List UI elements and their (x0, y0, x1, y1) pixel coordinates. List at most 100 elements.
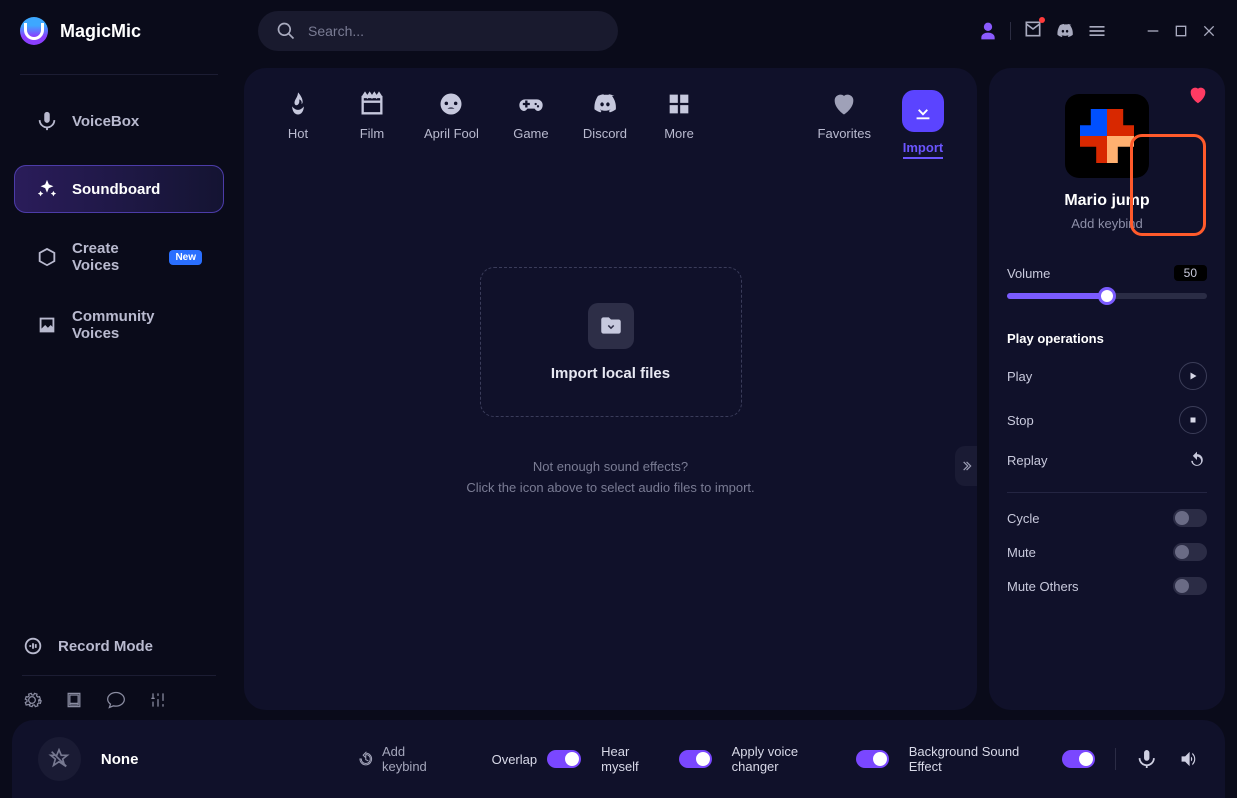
hear-myself-toggle[interactable] (679, 750, 712, 768)
category-favorites[interactable]: Favorites (818, 90, 871, 141)
book-icon[interactable] (64, 690, 84, 710)
separator (1010, 22, 1011, 40)
history-icon (358, 751, 374, 767)
category-label: More (664, 126, 694, 141)
category-label: April Fool (424, 126, 479, 141)
separator (20, 74, 218, 75)
film-icon (358, 90, 386, 118)
sidebar-item-voicebox[interactable]: VoiceBox (14, 97, 224, 145)
category-label: Import (903, 140, 943, 159)
footer-add-keybind[interactable]: Add keybind (358, 744, 451, 774)
sidebar-item-label: Create Voices (72, 240, 155, 274)
settings-gear-icon[interactable] (22, 690, 42, 710)
menu-icon[interactable] (1087, 21, 1107, 41)
bg-sound-label: Background Sound Effect (909, 744, 1052, 774)
fire-icon (284, 90, 312, 118)
mute-label: Mute (1007, 545, 1036, 560)
category-label: Game (513, 126, 548, 141)
separator (22, 675, 216, 676)
star-slash-icon (48, 748, 70, 770)
category-discord[interactable]: Discord (583, 90, 627, 141)
sound-thumbnail (1065, 94, 1149, 178)
replay-button[interactable] (1187, 450, 1207, 470)
sound-detail-panel: Mario jump Add keybind Volume 50 Play op… (989, 68, 1225, 710)
sidebar-item-create-voices[interactable]: Create Voices New (14, 233, 224, 281)
search-input[interactable] (308, 23, 600, 39)
mic-icon (36, 110, 58, 132)
category-more[interactable]: More (657, 90, 701, 141)
window-minimize-icon[interactable] (1145, 23, 1161, 39)
hint-line-2: Click the icon above to select audio fil… (244, 478, 977, 499)
apply-voice-changer-toggle[interactable] (856, 750, 889, 768)
search-bar[interactable] (258, 11, 618, 51)
mute-others-label: Mute Others (1007, 579, 1079, 594)
category-label: Hot (288, 126, 308, 141)
app-logo (20, 17, 48, 45)
topbar: MagicMic (0, 0, 1237, 62)
overlap-toggle[interactable] (547, 750, 581, 768)
stop-button[interactable] (1179, 406, 1207, 434)
footer-speaker-icon[interactable] (1178, 748, 1199, 770)
mute-toggle[interactable] (1173, 543, 1207, 561)
content-area: Hot Film April Fool Game (244, 68, 977, 710)
sidebar-item-community-voices[interactable]: Community Voices (14, 301, 224, 349)
record-mode-button[interactable]: Record Mode (22, 625, 216, 667)
sliders-icon[interactable] (148, 690, 168, 710)
effect-name: None (101, 751, 139, 768)
discord-icon (591, 90, 619, 118)
gamepad-icon (517, 90, 545, 118)
cube-icon (36, 246, 58, 268)
mute-others-toggle[interactable] (1173, 577, 1207, 595)
play-ops-title: Play operations (1007, 331, 1207, 346)
sound-name: Mario jump (1007, 192, 1207, 210)
separator (1007, 492, 1207, 493)
volume-slider[interactable] (1007, 293, 1207, 299)
add-keybind-link[interactable]: Add keybind (1007, 216, 1207, 231)
window-maximize-icon[interactable] (1173, 23, 1189, 39)
volume-value: 50 (1174, 265, 1207, 281)
download-icon (912, 100, 934, 122)
collapse-panel-button[interactable] (955, 446, 977, 486)
play-icon (1187, 370, 1199, 382)
dropzone-title: Import local files (551, 365, 670, 382)
slider-fill (1007, 293, 1107, 299)
sidebar-item-label: Community Voices (72, 308, 202, 342)
replay-label: Replay (1007, 453, 1047, 468)
app-name: MagicMic (60, 21, 141, 42)
chat-icon[interactable] (106, 690, 126, 710)
hint-line-1: Not enough sound effects? (244, 457, 977, 478)
overlap-label: Overlap (492, 752, 538, 767)
play-button[interactable] (1179, 362, 1207, 390)
footer-bar: None Add keybind Overlap Hear myself App… (12, 720, 1225, 798)
apply-voice-changer-label: Apply voice changer (732, 744, 846, 774)
category-game[interactable]: Game (509, 90, 553, 141)
hear-myself-label: Hear myself (601, 744, 668, 774)
sidebar-item-label: Soundboard (72, 181, 160, 198)
sidebar: VoiceBox Soundboard Create Voices New Co… (0, 62, 238, 720)
separator (1115, 748, 1116, 770)
stop-icon (1187, 414, 1199, 426)
category-april-fool[interactable]: April Fool (424, 90, 479, 141)
profile-icon[interactable] (978, 21, 998, 41)
category-label: Discord (583, 126, 627, 141)
footer-mic-icon[interactable] (1136, 748, 1157, 770)
category-film[interactable]: Film (350, 90, 394, 141)
sidebar-item-soundboard[interactable]: Soundboard (14, 165, 224, 213)
category-hot[interactable]: Hot (276, 90, 320, 141)
effect-chip[interactable] (38, 737, 81, 781)
favorite-heart-icon[interactable] (1187, 84, 1209, 106)
bg-sound-toggle[interactable] (1062, 750, 1095, 768)
heart-icon (830, 90, 858, 118)
window-close-icon[interactable] (1201, 23, 1217, 39)
play-label: Play (1007, 369, 1032, 384)
category-import[interactable]: Import (901, 90, 945, 159)
slider-thumb[interactable] (1101, 290, 1113, 302)
clown-icon (437, 90, 465, 118)
import-dropzone[interactable]: Import local files (480, 267, 742, 417)
category-label: Favorites (818, 126, 871, 141)
cycle-toggle[interactable] (1173, 509, 1207, 527)
discord-icon[interactable] (1055, 21, 1075, 41)
sidebar-item-label: VoiceBox (72, 113, 139, 130)
footer-keybind-label: Add keybind (382, 744, 452, 774)
sparkle-icon (36, 178, 58, 200)
